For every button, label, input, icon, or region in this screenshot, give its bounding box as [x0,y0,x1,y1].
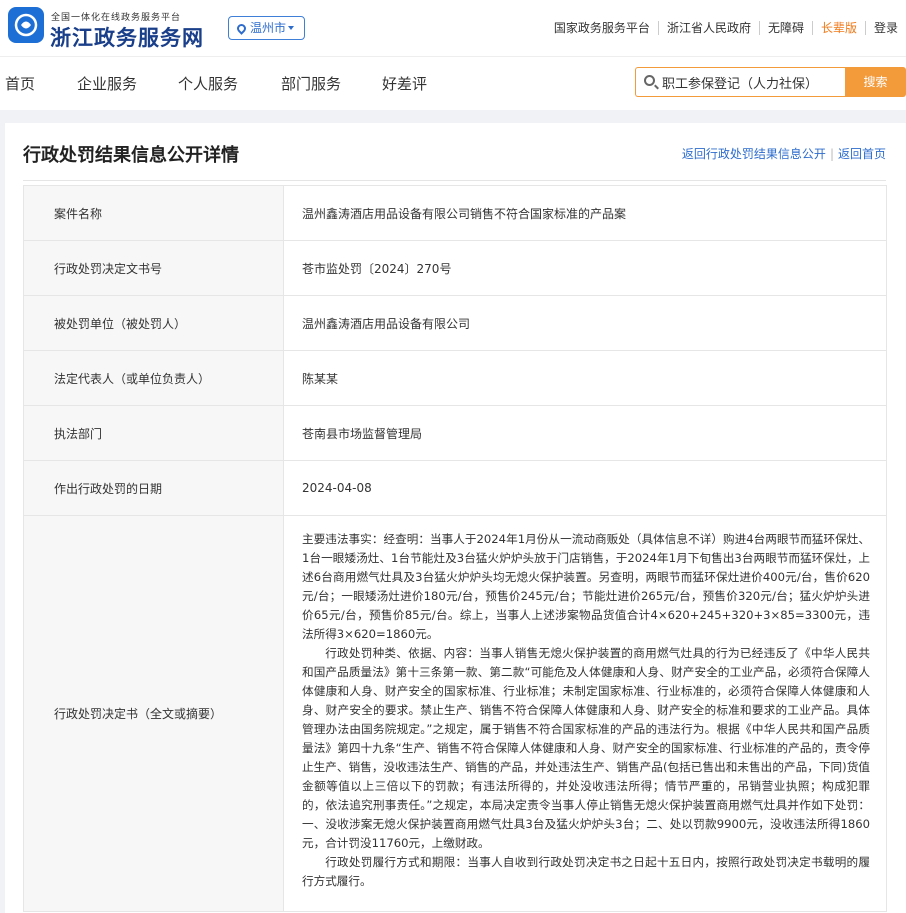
table-row: 法定代表人（或单位负责人） 陈某某 [23,350,887,406]
search-button[interactable]: 搜索 [845,67,906,97]
chevron-down-icon [288,26,295,30]
nav-personal-services[interactable]: 个人服务 [178,73,238,94]
city-name: 温州市 [250,21,287,35]
link-separator: | [829,147,834,161]
nav-home[interactable]: 首页 [5,73,35,94]
detail-panel: 行政处罚结果信息公开详情 返回行政处罚结果信息公开 | 返回首页 案件名称 温州鑫涛… [5,123,906,913]
link-provincial-government[interactable]: 浙江省人民政府 [657,21,759,35]
logo-icon [14,13,38,37]
search-icon [644,75,655,86]
site-logo[interactable] [8,7,44,43]
decision-paragraph: 主要违法事实：经查明：当事人于2024年1月份从一流动商贩处（具体信息不详）购进… [302,532,870,641]
table-row: 执法部门 苍南县市场监督管理局 [23,405,887,461]
detail-table: 案件名称 温州鑫涛酒店用品设备有限公司销售不符合国家标准的产品案 行政处罚决定文… [23,185,887,912]
panel-links: 返回行政处罚结果信息公开 | 返回首页 [682,145,886,162]
nav-department-services[interactable]: 部门服务 [281,73,341,94]
decision-body: 主要违法事实：经查明：当事人于2024年1月份从一流动商贩处（具体信息不详）购进… [283,515,887,912]
link-elder-mode[interactable]: 长辈版 [811,21,865,35]
row-value: 温州鑫涛酒店用品设备有限公司 [283,295,887,351]
title-divider [23,180,886,181]
table-row: 作出行政处罚的日期 2024-04-08 [23,460,887,516]
row-value: 温州鑫涛酒店用品设备有限公司销售不符合国家标准的产品案 [283,185,887,241]
row-value: 苍市监处罚〔2024〕270号 [283,240,887,296]
table-row: 案件名称 温州鑫涛酒店用品设备有限公司销售不符合国家标准的产品案 [23,185,887,241]
top-bar: 全国一体化在线政务服务平台 浙江政务服务网 温州市 国家政务服务平台 浙江省人民政… [0,0,906,56]
row-value: 陈某某 [283,350,887,406]
decision-label: 行政处罚决定书（全文或摘要） [23,515,284,912]
nav-enterprise-services[interactable]: 企业服务 [77,73,137,94]
search-box [635,67,845,97]
row-label: 案件名称 [23,185,284,241]
row-label: 行政处罚决定文书号 [23,240,284,296]
decision-paragraph: 行政处罚履行方式和期限：当事人自收到行政处罚决定书之日起十五日内，按照行政处罚决… [302,855,870,888]
back-to-home-link[interactable]: 返回首页 [838,147,886,161]
link-accessibility[interactable]: 无障碍 [758,21,812,35]
top-links: 国家政务服务平台 浙江省人民政府 无障碍 长辈版 登录 [546,19,906,36]
table-row: 被处罚单位（被处罚人） 温州鑫涛酒店用品设备有限公司 [23,295,887,351]
location-pin-icon [235,22,248,35]
row-label: 被处罚单位（被处罚人） [23,295,284,351]
row-label: 法定代表人（或单位负责人） [23,350,284,406]
table-row: 行政处罚决定书（全文或摘要） 主要违法事实：经查明：当事人于2024年1月份从一… [23,515,887,912]
brand-title[interactable]: 浙江政务服务网 [50,22,204,52]
table-row: 行政处罚决定文书号 苍市监处罚〔2024〕270号 [23,240,887,296]
link-national-platform[interactable]: 国家政务服务平台 [546,21,658,35]
search-input[interactable] [662,72,842,92]
back-to-list-link[interactable]: 返回行政处罚结果信息公开 [682,147,826,161]
decision-paragraph: 行政处罚种类、依据、内容：当事人销售无熄火保护装置的商用燃气灶具的行为已经违反了… [302,646,870,850]
row-value: 2024-04-08 [283,460,887,516]
row-label: 执法部门 [23,405,284,461]
city-selector[interactable]: 温州市 [228,16,305,40]
page-title: 行政处罚结果信息公开详情 [23,145,239,166]
nav-feedback[interactable]: 好差评 [382,73,427,94]
row-label: 作出行政处罚的日期 [23,460,284,516]
link-login[interactable]: 登录 [864,21,906,35]
row-value: 苍南县市场监督管理局 [283,405,887,461]
